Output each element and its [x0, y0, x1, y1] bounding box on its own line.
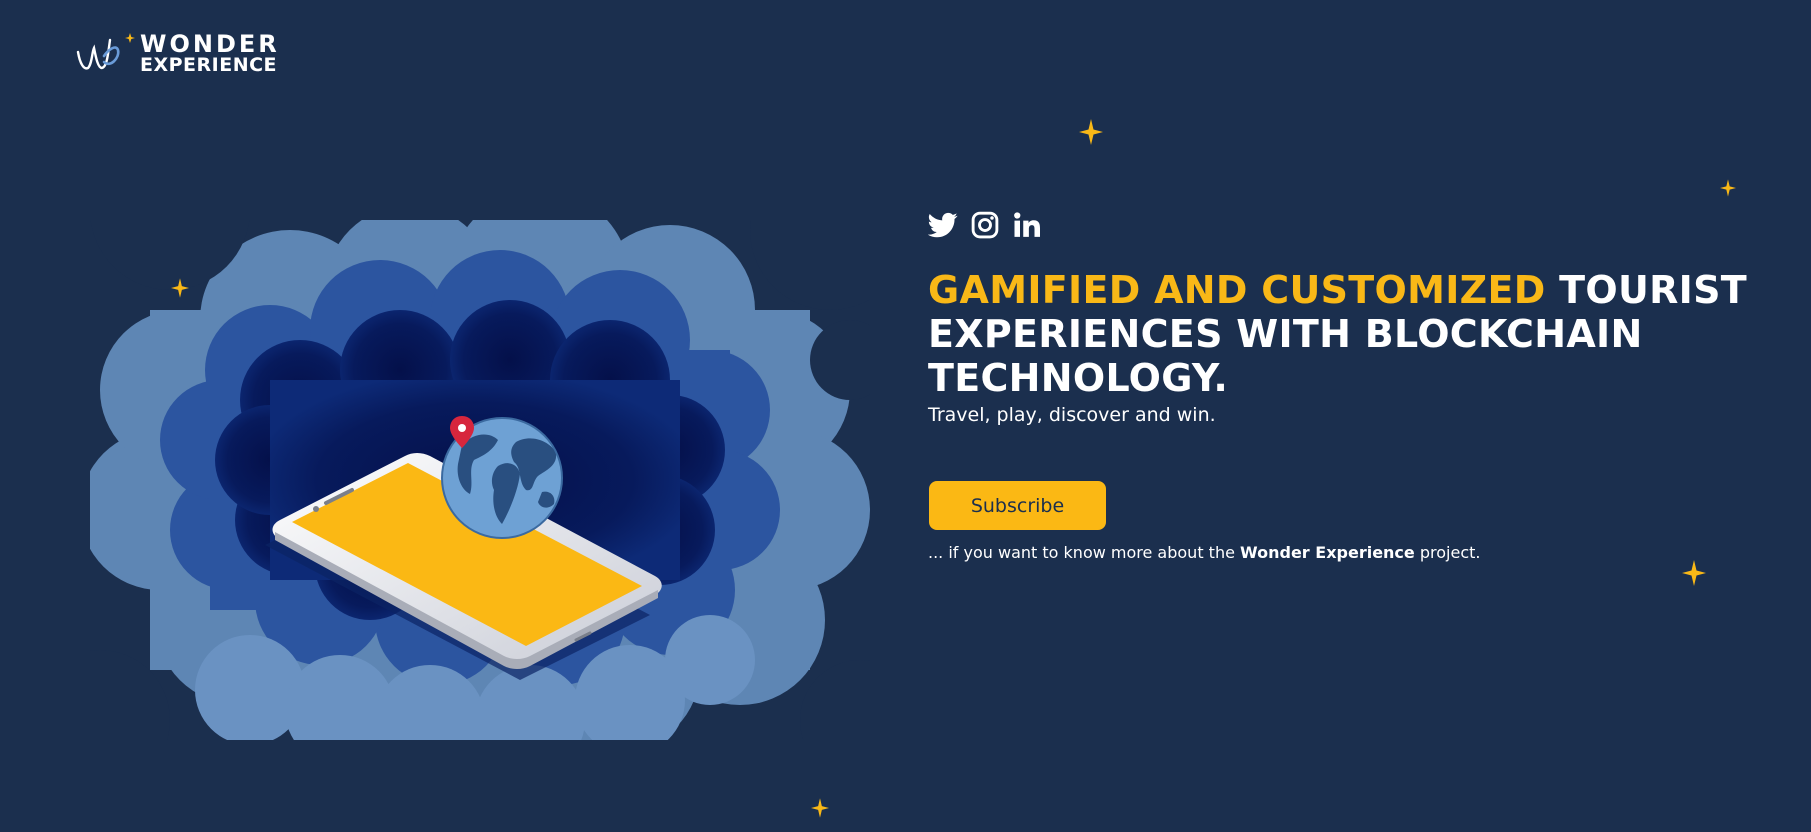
note-prefix: ... if you want to know more about the	[928, 543, 1241, 562]
subscribe-note: ... if you want to know more about the W…	[928, 543, 1480, 562]
headline-accent: GAMIFIED AND CUSTOMIZED	[928, 268, 1546, 312]
sparkle-icon	[811, 798, 829, 818]
twitter-icon[interactable]	[928, 210, 958, 240]
globe-icon	[441, 416, 563, 539]
sparkle-icon	[1682, 560, 1706, 586]
brand-logo[interactable]: WONDER EXPERIENCE	[74, 28, 284, 78]
sparkle-icon	[1720, 179, 1736, 197]
sparkle-icon	[1079, 119, 1103, 145]
linkedin-icon[interactable]	[1012, 210, 1042, 240]
hero-headline: GAMIFIED AND CUSTOMIZED TOURIST EXPERIEN…	[928, 268, 1748, 400]
social-links	[928, 210, 1042, 240]
hero-illustration	[90, 220, 870, 740]
note-brand: Wonder Experience	[1240, 543, 1415, 562]
instagram-icon[interactable]	[970, 210, 1000, 240]
hero-tagline: Travel, play, discover and win.	[928, 404, 1216, 426]
subscribe-button[interactable]: Subscribe	[929, 481, 1106, 530]
brand-name-line2: EXPERIENCE	[140, 54, 278, 76]
wonder-w-icon	[76, 33, 135, 70]
sparkle-icon	[171, 278, 189, 298]
note-suffix: project.	[1414, 543, 1481, 562]
